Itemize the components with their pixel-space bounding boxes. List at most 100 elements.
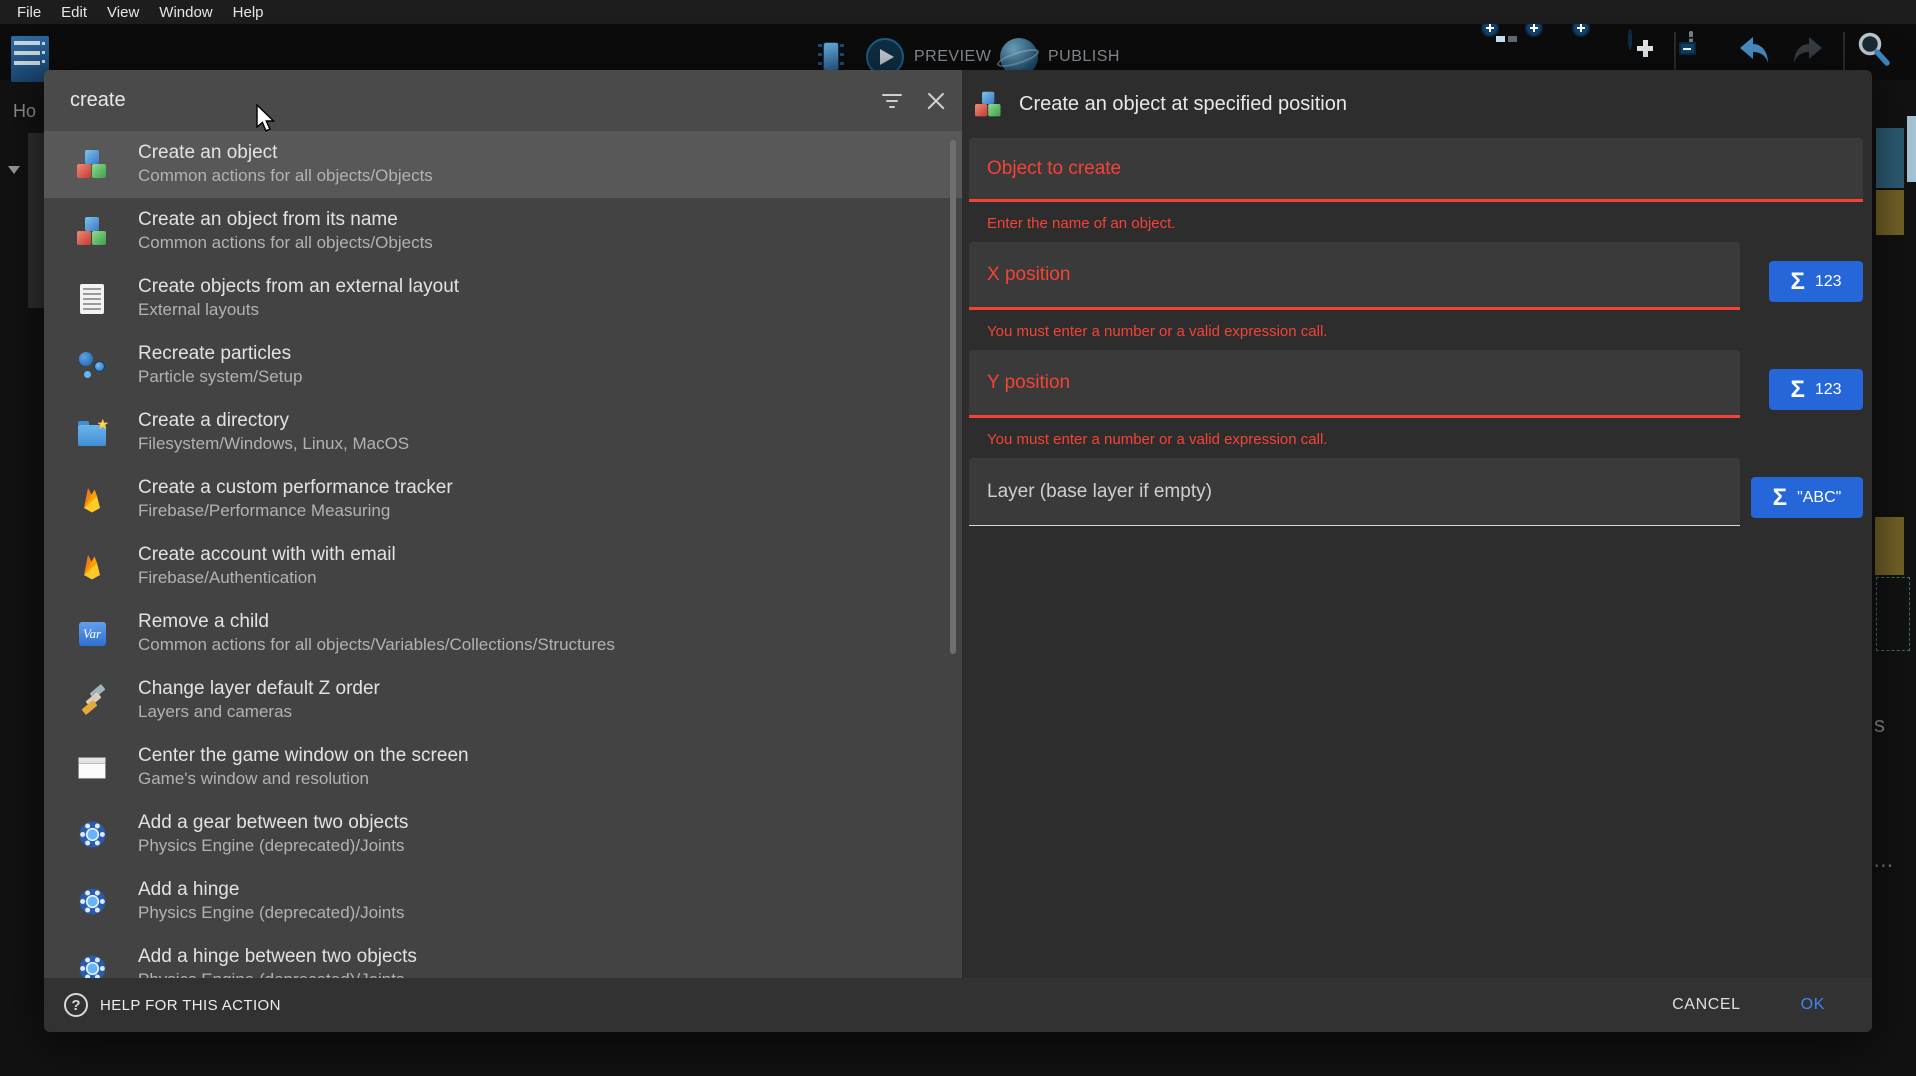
window-scrollbar[interactable] [1907,116,1916,182]
firebase-icon [80,553,104,581]
action-subtitle: Common actions for all objects/Objects [138,231,433,255]
help-icon: ? [64,993,88,1017]
background-dashed-selection [1876,577,1910,651]
background-panel-edge [28,133,44,308]
background-event-block [1876,190,1904,235]
menu-window[interactable]: Window [149,4,222,21]
sigma-icon: Σ [1773,486,1787,510]
variable-icon: Var [79,622,106,646]
search-bar [44,70,962,131]
field-row: Y position Σ123 [969,350,1863,418]
fields: Object to createEnter the name of an obj… [969,138,1863,526]
list-scrollbar-thumb[interactable] [950,140,956,654]
debugger-icon[interactable] [818,38,844,74]
field-object-to-create[interactable]: Object to create [969,138,1863,202]
field-label: Layer (base layer if empty) [987,481,1212,503]
action-title: Create a directory [138,409,409,432]
action-subtitle: Physics Engine (deprecated)/Joints [138,968,417,978]
home-tab-partial: Ho [13,101,36,122]
action-subtitle: Physics Engine (deprecated)/Joints [138,834,408,858]
preview-label: PREVIEW [914,48,991,66]
sigma-icon: Σ [1790,378,1804,402]
action-subtitle: Common actions for all objects/Objects [138,164,433,188]
field-label: X position [987,264,1070,286]
toolbar-separator [1843,32,1845,72]
cubes-icon [77,150,107,179]
field-label: Object to create [987,158,1121,180]
list-item[interactable]: Create an object from its nameCommon act… [44,198,962,265]
external-layout-icon [80,284,104,314]
action-title: Create an object [138,141,433,164]
field-x-position[interactable]: X position [969,242,1740,310]
search-input[interactable] [68,88,882,113]
action-subtitle: Common actions for all objects/Variables… [138,633,615,657]
physics-joint-icon [78,887,107,916]
list-item[interactable]: Create a custom performance trackerFireb… [44,466,962,533]
action-subtitle: Firebase/Performance Measuring [138,499,453,523]
field-row: X position Σ123 [969,242,1863,310]
expression-builder-button[interactable]: Σ123 [1769,261,1863,302]
physics-joint-icon [78,954,107,978]
action-subtitle: Physics Engine (deprecated)/Joints [138,901,404,925]
filter-icon[interactable] [882,94,902,108]
list-item[interactable]: Var Remove a childCommon actions for all … [44,600,962,667]
action-list: Create an objectCommon actions for all o… [44,131,962,978]
app-screen: FileEditViewWindowHelp PREVIEW PUBLISH H… [0,0,1916,1076]
close-icon[interactable] [926,91,946,111]
list-item[interactable]: Change layer default Z orderLayers and c… [44,667,962,734]
action-title: Create an object from its name [138,208,433,231]
list-item[interactable]: Create an objectCommon actions for all o… [44,131,962,198]
ok-button[interactable]: OK [1795,995,1831,1015]
menubar: FileEditViewWindowHelp [0,0,1916,24]
field-row: Object to create [969,138,1863,202]
search-toolbar-icon[interactable] [1855,30,1893,75]
list-item[interactable]: Add a gear between two objectsPhysics En… [44,801,962,868]
action-subtitle: Particle system/Setup [138,365,302,389]
action-title: Change layer default Z order [138,677,380,700]
background-scrollbar-fragment [1876,128,1904,188]
action-title: Add a gear between two objects [138,811,408,834]
list-item[interactable]: Center the game window on the screenGame… [44,734,962,801]
list-item[interactable]: Recreate particlesParticle system/Setup [44,332,962,399]
action-detail-panel: Create an object at specified position O… [962,70,1872,978]
list-item[interactable]: Add a hinge between two objectsPhysics E… [44,935,962,978]
menu-help[interactable]: Help [223,4,274,21]
action-subtitle: Filesystem/Windows, Linux, MacOS [138,432,409,456]
action-title: Recreate particles [138,342,302,365]
help-button[interactable]: ? HELP FOR THIS ACTION [64,993,281,1017]
particles-icon [77,351,107,381]
chevron-down-icon[interactable] [8,166,20,180]
action-subtitle: Firebase/Authentication [138,566,396,590]
cancel-button[interactable]: CANCEL [1666,995,1747,1015]
menu-edit[interactable]: Edit [51,4,97,21]
action-title: Create a custom performance tracker [138,476,453,499]
action-title: Add a hinge between two objects [138,945,417,968]
expression-builder-button[interactable]: Σ "ABC" [1751,477,1863,518]
field-row: Layer (base layer if empty) Σ "ABC" [969,458,1863,526]
folder-icon [78,425,106,446]
menu-view[interactable]: View [97,4,149,21]
detail-title: Create an object at specified position [1019,93,1347,116]
menu-file[interactable]: File [7,4,51,21]
expression-type-label: "ABC" [1797,489,1841,507]
layers-icon [77,686,107,716]
field-y-position[interactable]: Y position [969,350,1740,418]
field-label: Y position [987,372,1070,394]
field-layer-base-layer-if-empty[interactable]: Layer (base layer if empty) [969,458,1740,526]
expression-builder-button[interactable]: Σ123 [1769,369,1863,410]
dialog-footer: ? HELP FOR THIS ACTION CANCEL OK [44,978,1872,1032]
firebase-icon [80,486,104,514]
field-error-text: You must enter a number or a valid expre… [987,323,1863,341]
list-item[interactable]: Create account with with emailFirebase/A… [44,533,962,600]
background-text-partial: s [1874,712,1885,738]
action-subtitle: Game's window and resolution [138,767,469,791]
list-item[interactable]: Add a hingePhysics Engine (deprecated)/J… [44,868,962,935]
redo-icon[interactable] [1787,30,1827,75]
action-title: Remove a child [138,610,615,633]
deselect-instances-icon[interactable] [1689,33,1693,51]
add-extension-icon[interactable] [1628,31,1632,49]
list-item[interactable]: Create objects from an external layoutEx… [44,265,962,332]
action-subtitle: Layers and cameras [138,700,380,724]
list-item[interactable]: Create a directoryFilesystem/Windows, Li… [44,399,962,466]
undo-icon[interactable] [1735,30,1775,75]
